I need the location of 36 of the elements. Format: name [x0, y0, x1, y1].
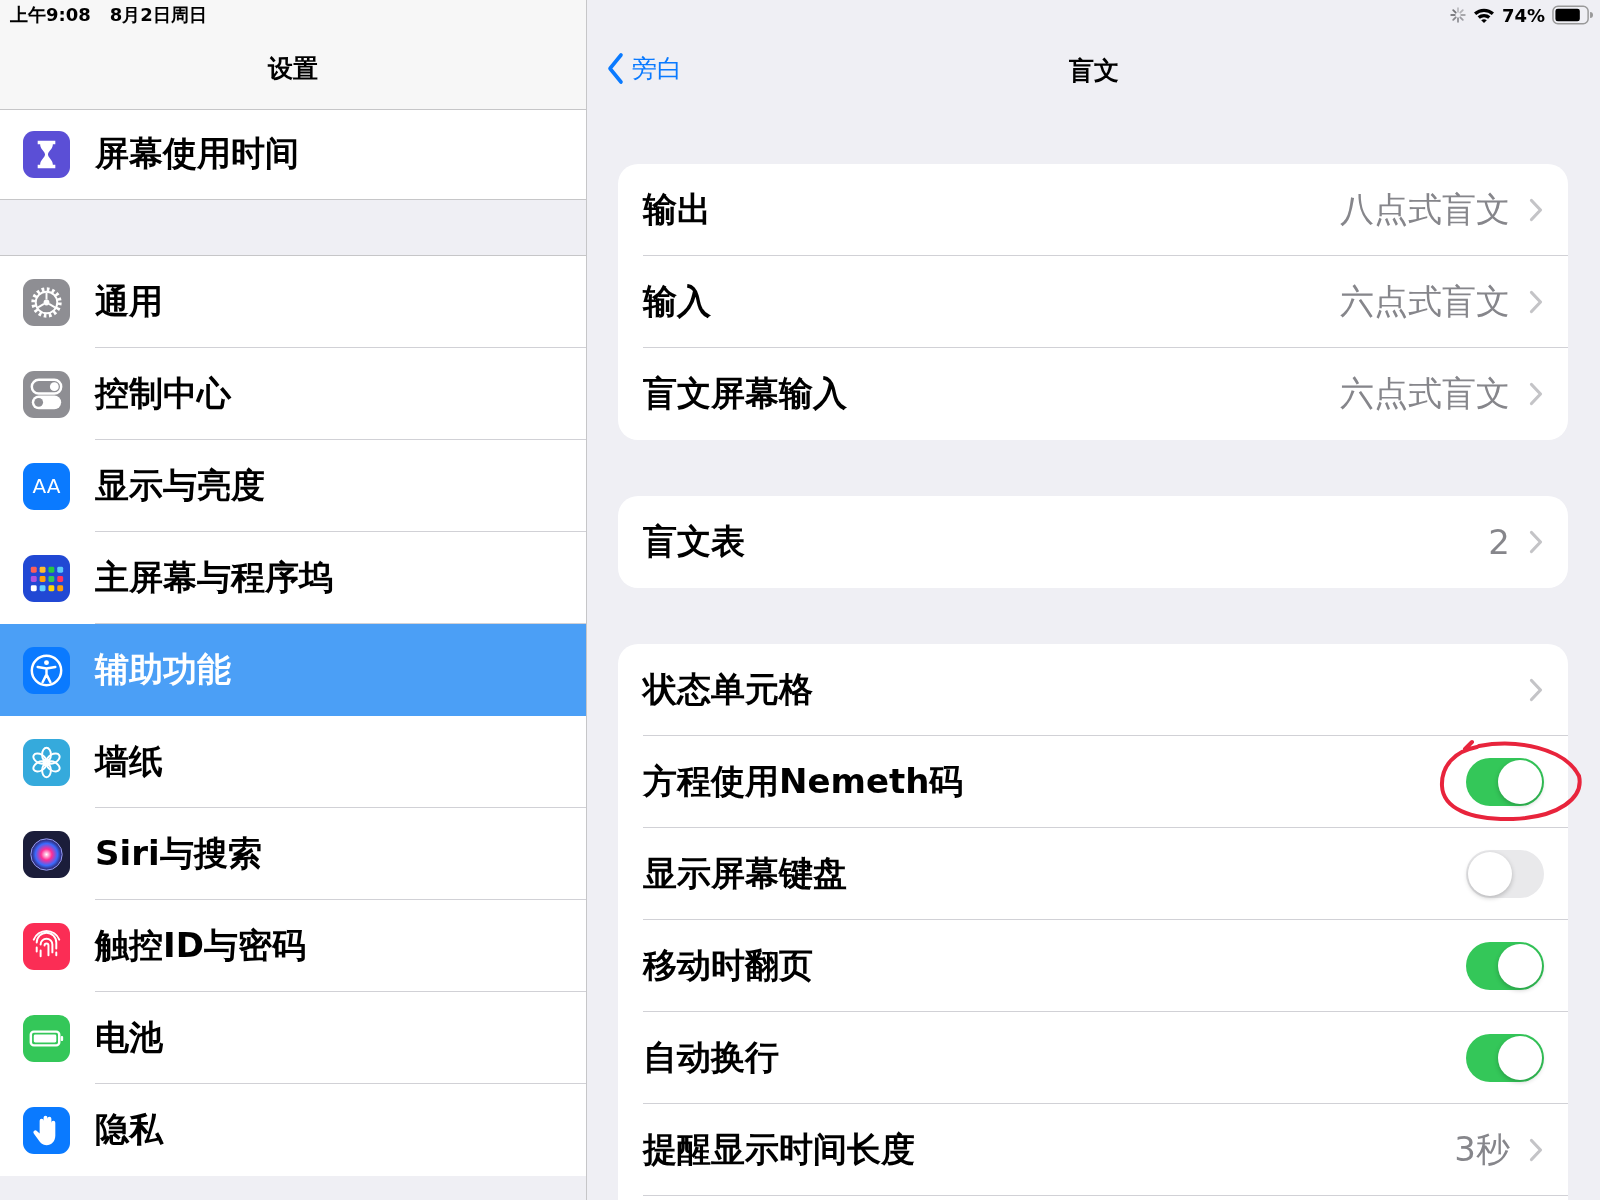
setting-value: 六点式盲文 [1340, 371, 1510, 415]
setting-value: 3秒 [1454, 1127, 1510, 1171]
chevron-left-icon [607, 52, 624, 85]
setting-label: 显示屏幕键盘 [643, 851, 848, 895]
setting-label: 盲文表 [643, 519, 746, 563]
activity-spinner-icon [1449, 7, 1466, 23]
setting-label: 提醒显示时间长度 [643, 1127, 916, 1171]
setting-value: 2 [1488, 521, 1510, 562]
setting-label: 输入 [643, 279, 712, 323]
chevron-icon [1529, 529, 1543, 554]
battery-icon [1552, 5, 1593, 25]
status-date: 8月2日周日 [109, 3, 207, 27]
battery-percentage: 74% [1501, 4, 1545, 26]
sidebar-title: 设置 [266, 53, 319, 85]
toggle-switch[interactable] [1466, 757, 1544, 806]
setting-value: 六点式盲文 [1340, 279, 1510, 323]
page-title: 盲文 [1068, 54, 1119, 87]
toggle-switch[interactable] [1466, 941, 1544, 990]
toggle-switch[interactable] [1466, 1033, 1544, 1082]
setting-label: 盲文屏幕输入 [643, 371, 848, 415]
wifi-icon [1472, 7, 1495, 23]
chevron-icon [1529, 289, 1543, 314]
setting-label: 方程使用Nemeth码 [643, 759, 965, 803]
chevron-icon [1529, 197, 1543, 222]
setting-value: 八点式盲文 [1340, 187, 1510, 231]
chevron-icon [1529, 381, 1543, 406]
toggle-switch[interactable] [1466, 849, 1544, 898]
setting-label: 状态单元格 [643, 667, 814, 711]
setting-label: 移动时翻页 [643, 943, 814, 987]
setting-label: 自动换行 [643, 1035, 780, 1079]
status-time: 上午9:08 [10, 3, 91, 27]
setting-label: 输出 [643, 187, 712, 231]
back-button[interactable]: 旁白 [607, 52, 682, 85]
letters-icon: AA [23, 462, 70, 510]
chevron-icon [1529, 677, 1543, 702]
chevron-icon [1529, 1137, 1543, 1162]
